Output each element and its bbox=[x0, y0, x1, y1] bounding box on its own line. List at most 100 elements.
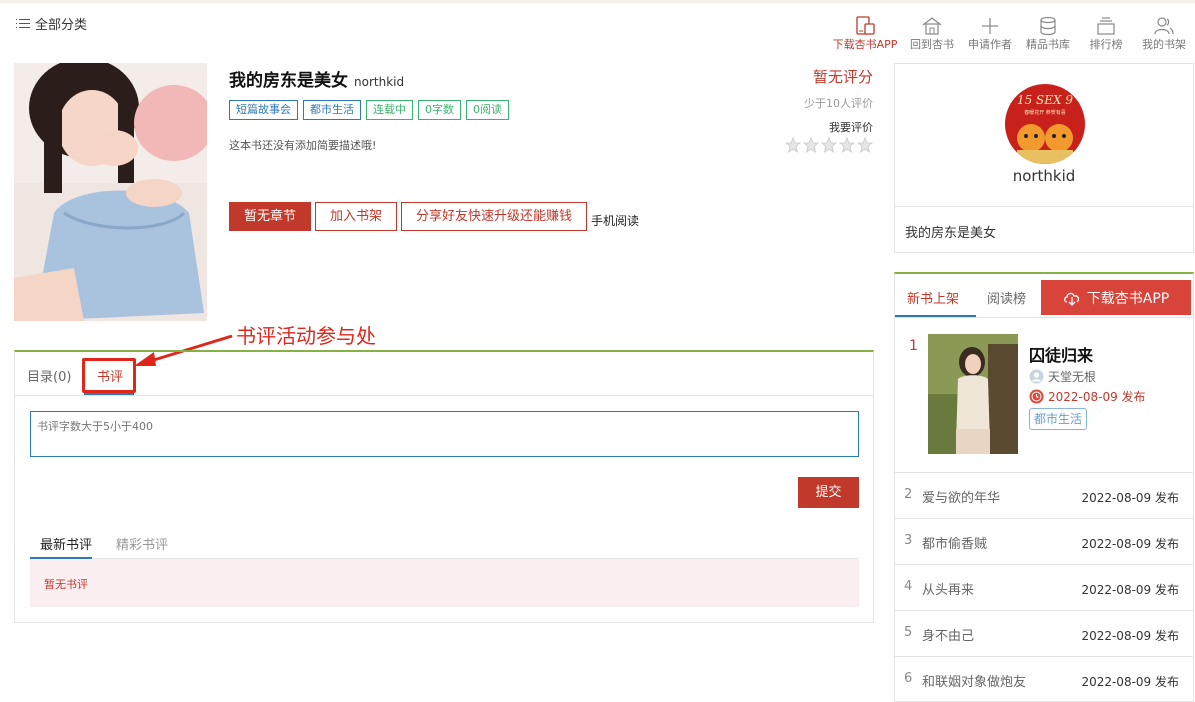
nav-library[interactable]: 精品书库 bbox=[1019, 12, 1077, 52]
rank-title: 和联姻对象做炮友 bbox=[922, 675, 1027, 690]
tab-featured-reviews[interactable]: 精彩书评 bbox=[116, 534, 168, 553]
download-app-button[interactable]: 下载杏书APP bbox=[1041, 280, 1191, 315]
annotation-highlight-box bbox=[82, 358, 136, 393]
cloud-download-icon bbox=[1063, 292, 1079, 306]
top-book-tag[interactable]: 都市生活 bbox=[1029, 408, 1088, 430]
panel-tabs: 目录(0) 书评 bbox=[15, 352, 873, 396]
nav-label: 排行榜 bbox=[1089, 38, 1123, 51]
plus-icon bbox=[961, 12, 1019, 36]
star-icon[interactable] bbox=[821, 137, 837, 153]
tag-status: 连载中 bbox=[366, 100, 413, 120]
star-icon[interactable] bbox=[839, 137, 855, 153]
top-nav: 下载杏书APP 回到杏书 申请作者 精品书库 排行榜 我的书架 bbox=[827, 12, 1193, 52]
nav-apply-author[interactable]: 申请作者 bbox=[961, 12, 1019, 52]
date-label: 2022-08-09 发布 bbox=[1048, 390, 1146, 404]
book-tags: 短篇故事会 都市生活 连载中 0字数 0阅读 bbox=[229, 100, 509, 120]
star-icon[interactable] bbox=[785, 137, 801, 153]
tag-word-count: 0字数 bbox=[418, 100, 461, 120]
rating-score: 暂无评分 bbox=[812, 68, 873, 86]
tag-genre[interactable]: 都市生活 bbox=[303, 100, 361, 120]
top-book-author: 天堂无根 bbox=[1029, 368, 1096, 385]
top-border bbox=[0, 0, 1195, 3]
rank-date: 2022-08-09 发布 bbox=[1081, 537, 1179, 551]
add-to-shelf-button[interactable]: 加入书架 bbox=[315, 202, 398, 231]
tablet-download-icon bbox=[827, 12, 903, 36]
author-name[interactable]: northkid bbox=[895, 167, 1193, 185]
rank-number: 5 bbox=[904, 625, 913, 640]
mobile-read-link[interactable]: 手机阅读 bbox=[591, 212, 639, 229]
ranking-item[interactable]: 4 从头再来 2022-08-09 发布 bbox=[895, 564, 1193, 610]
nav-my-shelf[interactable]: 我的书架 bbox=[1135, 12, 1193, 52]
ranking-top-item[interactable]: 1 囚徒归来 天堂无根 2022-08-09 发布 都市生活 bbox=[895, 326, 1193, 466]
rank-date: 2022-08-09 发布 bbox=[1081, 491, 1179, 505]
ranking-item[interactable]: 5 身不由己 2022-08-09 发布 bbox=[895, 610, 1193, 656]
avatar-subtext: 春暖花开 恭贺有喜 bbox=[1024, 109, 1066, 116]
nav-home[interactable]: 回到杏书 bbox=[903, 12, 961, 52]
all-categories-menu[interactable]: 全部分类 bbox=[16, 14, 87, 33]
layers-icon bbox=[1077, 12, 1135, 36]
no-chapter-button[interactable]: 暂无章节 bbox=[229, 202, 312, 231]
tag-category[interactable]: 短篇故事会 bbox=[229, 100, 298, 120]
book-thumbnail[interactable] bbox=[928, 334, 1018, 454]
rank-number: 2 bbox=[904, 487, 913, 502]
rank-number: 1 bbox=[909, 338, 918, 354]
author-card: 15 SEX 9 春暖花开 恭贺有喜 northkid 我的房东是美女 bbox=[894, 63, 1194, 253]
rate-label: 我要评价 bbox=[829, 121, 873, 134]
divider bbox=[895, 206, 1193, 207]
tab-latest-reviews[interactable]: 最新书评 bbox=[40, 534, 92, 553]
top-book-date: 2022-08-09 发布 bbox=[1029, 388, 1146, 405]
star-icon[interactable] bbox=[857, 137, 873, 153]
users-icon bbox=[1135, 12, 1193, 36]
rank-number: 4 bbox=[904, 579, 913, 594]
nav-label: 我的书架 bbox=[1142, 38, 1186, 51]
clock-icon bbox=[1029, 389, 1044, 404]
ranking-item[interactable]: 6 和联姻对象做炮友 2022-08-09 发布 bbox=[895, 656, 1193, 702]
star-icon[interactable] bbox=[803, 137, 819, 153]
author-book-title[interactable]: 我的房东是美女 bbox=[905, 222, 996, 241]
book-title: 我的房东是美女 bbox=[229, 71, 348, 91]
author-avatar[interactable]: 15 SEX 9 春暖花开 恭贺有喜 bbox=[1005, 84, 1085, 164]
review-input[interactable] bbox=[30, 411, 859, 457]
top-book-title[interactable]: 囚徒归来 bbox=[1029, 342, 1093, 366]
book-cover[interactable] bbox=[14, 63, 207, 321]
nav-label: 申请作者 bbox=[968, 38, 1012, 51]
rank-date: 2022-08-09 发布 bbox=[1081, 583, 1179, 597]
share-button[interactable]: 分享好友快速升级还能赚钱 bbox=[401, 202, 588, 231]
ranking-panel: 新书上架 阅读榜 下载杏书APP 1 囚徒归来 天堂无根 2022-08-09 … bbox=[894, 272, 1194, 702]
annotation-label: 书评活动参与处 bbox=[236, 324, 376, 348]
tab-reading-rank[interactable]: 阅读榜 bbox=[987, 288, 1026, 307]
rating-box: 暂无评分 少于10人评价 我要评价 bbox=[785, 66, 873, 153]
submit-button[interactable]: 提交 bbox=[798, 477, 859, 508]
rating-stars[interactable] bbox=[785, 137, 873, 153]
tab-new-books[interactable]: 新书上架 bbox=[907, 288, 959, 307]
avatar-text: 15 SEX 9 bbox=[1017, 93, 1073, 107]
rank-date: 2022-08-09 发布 bbox=[1081, 629, 1179, 643]
nav-download-app[interactable]: 下载杏书APP bbox=[827, 12, 903, 52]
review-subtabs: 最新书评 精彩书评 bbox=[30, 522, 859, 559]
user-icon bbox=[1029, 369, 1044, 384]
tag-read-count: 0阅读 bbox=[466, 100, 509, 120]
author-label: 天堂无根 bbox=[1048, 370, 1097, 384]
rank-title: 从头再来 bbox=[922, 583, 975, 598]
rank-number: 3 bbox=[904, 533, 913, 548]
rank-title: 身不由己 bbox=[922, 629, 975, 644]
rating-count: 少于10人评价 bbox=[804, 97, 873, 110]
nav-label: 精品书库 bbox=[1026, 38, 1070, 51]
rank-date: 2022-08-09 发布 bbox=[1081, 675, 1179, 689]
rank-title: 都市偷香贼 bbox=[922, 537, 988, 552]
all-categories-label: 全部分类 bbox=[35, 18, 88, 33]
nav-ranking[interactable]: 排行榜 bbox=[1077, 12, 1135, 52]
catalog-review-panel: 目录(0) 书评 提交 最新书评 精彩书评 暂无书评 bbox=[14, 350, 874, 623]
tab-catalog[interactable]: 目录(0) bbox=[27, 366, 71, 385]
active-tab-indicator bbox=[84, 393, 134, 395]
divider bbox=[895, 317, 1193, 318]
book-actions: 暂无章节 加入书架 分享好友快速升级还能赚钱 手机阅读 bbox=[229, 202, 639, 231]
database-icon bbox=[1019, 12, 1077, 36]
ranking-item[interactable]: 2 爱与欲的年华 2022-08-09 发布 bbox=[895, 472, 1193, 518]
book-author[interactable]: northkid bbox=[354, 75, 404, 89]
rank-number: 6 bbox=[904, 671, 913, 686]
ranking-item[interactable]: 3 都市偷香贼 2022-08-09 发布 bbox=[895, 518, 1193, 564]
nav-label: 下载杏书APP bbox=[832, 38, 898, 51]
book-description: 这本书还没有添加简要描述哦! bbox=[229, 139, 377, 152]
rank-title: 爱与欲的年华 bbox=[922, 491, 1001, 506]
